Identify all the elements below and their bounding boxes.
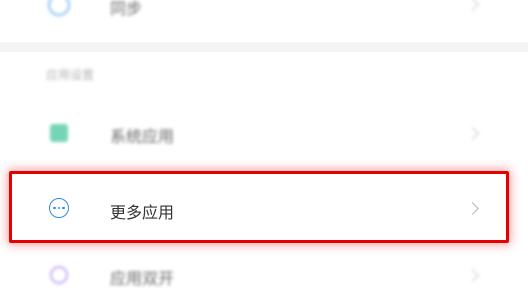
settings-row-label: 更多应用 [110,203,175,222]
chevron-right-icon [466,202,479,215]
settings-row-more-apps[interactable]: 更多应用 [0,174,528,240]
settings-row-label: 系统应用 [110,127,175,146]
dual-apps-icon [50,266,68,284]
chevron-right-icon [466,127,479,140]
settings-row-sync[interactable]: 同步 [0,0,528,34]
settings-row-label: 应用双开 [110,269,175,288]
section-divider [0,42,528,52]
settings-row-label: 同步 [110,0,143,18]
system-apps-icon [50,124,68,142]
settings-row-system-apps[interactable]: 系统应用 [0,110,528,156]
sync-icon [48,0,70,16]
chevron-right-icon [466,0,479,11]
chevron-right-icon [466,269,479,282]
settings-row-dual-apps[interactable]: 应用双开 [0,254,528,298]
more-dots-icon [49,198,69,218]
section-header: 应用设置 [46,68,95,82]
